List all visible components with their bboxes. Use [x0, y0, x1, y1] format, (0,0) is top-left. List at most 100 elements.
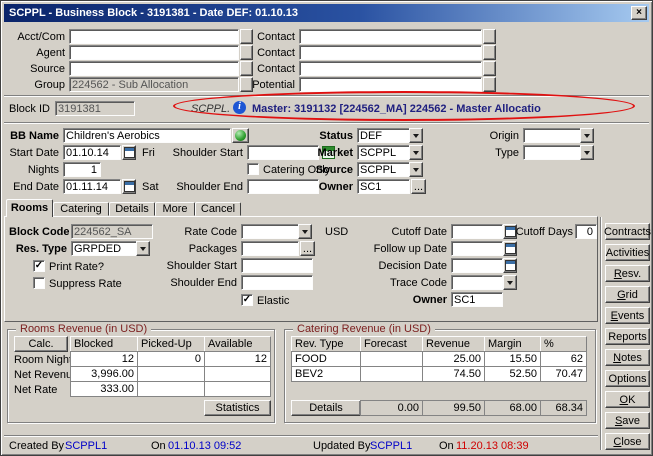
rate-code-dropdown-button[interactable]	[298, 224, 312, 239]
side-button-grid[interactable]: Grid	[605, 286, 650, 303]
rooms-revenue-title: Rooms Revenue (in USD)	[16, 323, 151, 336]
origin-field[interactable]	[523, 128, 581, 143]
business-block-window: SCPPL - Business Block - 3191381 - Date …	[0, 0, 653, 456]
cutoff-date-field[interactable]	[451, 224, 503, 239]
bb-name-field[interactable]: Children's Aerobics	[63, 128, 231, 143]
end-date-calendar-button[interactable]	[122, 179, 136, 194]
tab-details[interactable]: Details	[109, 202, 155, 216]
shoulder-start2-field[interactable]	[241, 258, 313, 273]
trace-code-label: Trace Code	[365, 277, 447, 290]
column-header-blocked: Blocked	[70, 336, 138, 352]
trace-code-field[interactable]	[451, 275, 503, 290]
side-button-activities[interactable]: Activities	[605, 244, 650, 261]
cutoff-days-field[interactable]: 0	[575, 224, 597, 239]
decision-date-label: Decision Date	[365, 260, 447, 273]
side-button-close[interactable]: Close	[605, 433, 650, 450]
decision-date-field[interactable]	[451, 258, 503, 273]
print-rate-checkbox[interactable]: ✓	[33, 260, 45, 272]
elastic-label: Elastic	[257, 295, 289, 308]
market-dropdown-button[interactable]	[409, 145, 423, 160]
table-cell: 62	[540, 351, 587, 367]
owner2-field[interactable]: SC1	[451, 292, 503, 307]
tab-catering[interactable]: Catering	[53, 202, 109, 216]
follow-up-date-field[interactable]	[451, 241, 503, 256]
market-field[interactable]: SCPPL	[357, 145, 410, 160]
start-date-field[interactable]: 01.10.14	[63, 145, 121, 160]
chevron-down-icon	[507, 281, 513, 288]
contact3-lookup-button[interactable]	[483, 61, 496, 76]
side-button-resv[interactable]: Resv.	[605, 265, 650, 282]
tab-more[interactable]: More	[155, 202, 195, 216]
statistics-button[interactable]: Statistics	[204, 400, 271, 416]
globe-icon	[235, 130, 246, 141]
nights-field[interactable]: 1	[63, 162, 101, 177]
res-type-dropdown-button[interactable]	[136, 241, 150, 256]
side-button-notes[interactable]: Notes	[605, 349, 650, 366]
bb-name-label: BB Name	[5, 130, 59, 143]
contact2-lookup-button[interactable]	[483, 45, 496, 60]
end-date-label: End Date	[5, 181, 59, 194]
contact2-field[interactable]	[299, 45, 482, 60]
profile-globe-button[interactable]	[232, 128, 249, 143]
acct-com-field[interactable]	[69, 29, 239, 44]
end-date-field[interactable]: 01.11.14	[63, 179, 121, 194]
type-dropdown-button[interactable]	[580, 145, 594, 160]
tab-rooms[interactable]: Rooms	[6, 199, 53, 217]
market-label: Market	[301, 147, 353, 160]
potential-field[interactable]	[299, 77, 482, 92]
source-field[interactable]: SCPPL	[357, 162, 410, 177]
side-button-events[interactable]: Events	[605, 307, 650, 324]
contact3-field[interactable]	[299, 61, 482, 76]
rate-code-field[interactable]	[241, 224, 299, 239]
trace-code-dropdown-button[interactable]	[503, 275, 517, 290]
side-button-save[interactable]: Save	[605, 412, 650, 429]
agent-field[interactable]	[69, 45, 239, 60]
separator	[600, 217, 602, 450]
side-button-reports[interactable]: Reports	[605, 328, 650, 345]
elastic-checkbox[interactable]: ✓	[241, 294, 253, 306]
created-on-label: On	[151, 440, 166, 453]
table-cell	[360, 351, 423, 367]
decision-date-calendar-button[interactable]	[503, 258, 517, 273]
suppress-rate-checkbox[interactable]	[33, 277, 45, 289]
side-button-contracts[interactable]: Contracts	[605, 223, 650, 240]
status-dropdown-button[interactable]	[409, 128, 423, 143]
table-cell: FOOD	[291, 351, 361, 367]
contact1-lookup-button[interactable]	[483, 29, 496, 44]
catering-only-checkbox[interactable]	[247, 163, 259, 175]
side-button-column: Contracts Activities Resv. Grid Events Report…	[605, 1, 650, 456]
owner-ellipsis-button[interactable]: ...	[411, 179, 426, 194]
table-cell: 333.00	[70, 381, 138, 397]
shoulder-start2-label: Shoulder Start	[153, 260, 237, 273]
start-date-calendar-button[interactable]	[122, 145, 136, 160]
packages-ellipsis-button[interactable]: ...	[300, 241, 315, 256]
contact1-field[interactable]	[299, 29, 482, 44]
column-header-percent: %	[540, 336, 587, 352]
table-cell: 3,996.00	[70, 366, 138, 382]
origin-dropdown-button[interactable]	[580, 128, 594, 143]
details-button[interactable]: Details	[291, 400, 361, 416]
owner-field[interactable]: SC1	[357, 179, 410, 194]
packages-field[interactable]	[241, 241, 299, 256]
column-header-picked-up: Picked-Up	[137, 336, 205, 352]
type-field[interactable]	[523, 145, 581, 160]
annotation-ellipse	[173, 91, 635, 121]
chevron-down-icon	[413, 168, 419, 175]
side-button-ok[interactable]: OK	[605, 391, 650, 408]
calc-button[interactable]: Calc.	[14, 336, 68, 352]
source-account-field[interactable]	[69, 61, 239, 76]
table-cell: 12	[70, 351, 138, 367]
potential-lookup-button[interactable]	[483, 77, 496, 92]
calendar-icon	[124, 147, 135, 158]
side-button-options[interactable]: Options	[605, 370, 650, 387]
shoulder-end2-label: Shoulder End	[153, 277, 237, 290]
table-cell	[137, 366, 205, 382]
source-dropdown-button[interactable]	[409, 162, 423, 177]
shoulder-start-label: Shoulder Start	[153, 147, 243, 160]
res-type-field[interactable]: GRPDED	[71, 241, 137, 256]
follow-up-calendar-button[interactable]	[503, 241, 517, 256]
shoulder-end2-field[interactable]	[241, 275, 313, 290]
table-cell	[137, 381, 205, 397]
tab-cancel[interactable]: Cancel	[195, 202, 241, 216]
status-field[interactable]: DEF	[357, 128, 410, 143]
